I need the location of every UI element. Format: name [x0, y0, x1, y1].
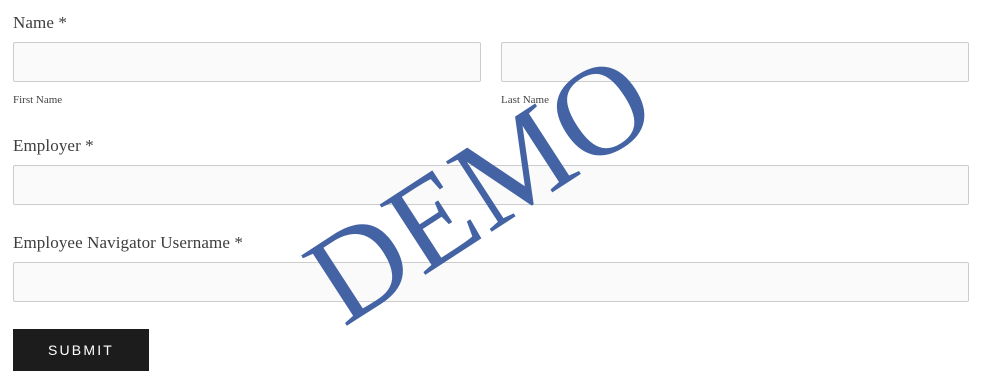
employer-input[interactable]	[13, 165, 969, 205]
employer-label: Employer *	[13, 136, 94, 155]
username-label: Employee Navigator Username *	[13, 233, 243, 252]
username-input[interactable]	[13, 262, 969, 302]
submit-button[interactable]: SUBMIT	[13, 329, 149, 371]
last-name-input[interactable]	[501, 42, 969, 82]
name-label: Name *	[13, 13, 67, 32]
first-name-input[interactable]	[13, 42, 481, 82]
first-name-caption: First Name	[13, 94, 63, 106]
last-name-caption: Last Name	[501, 94, 549, 106]
